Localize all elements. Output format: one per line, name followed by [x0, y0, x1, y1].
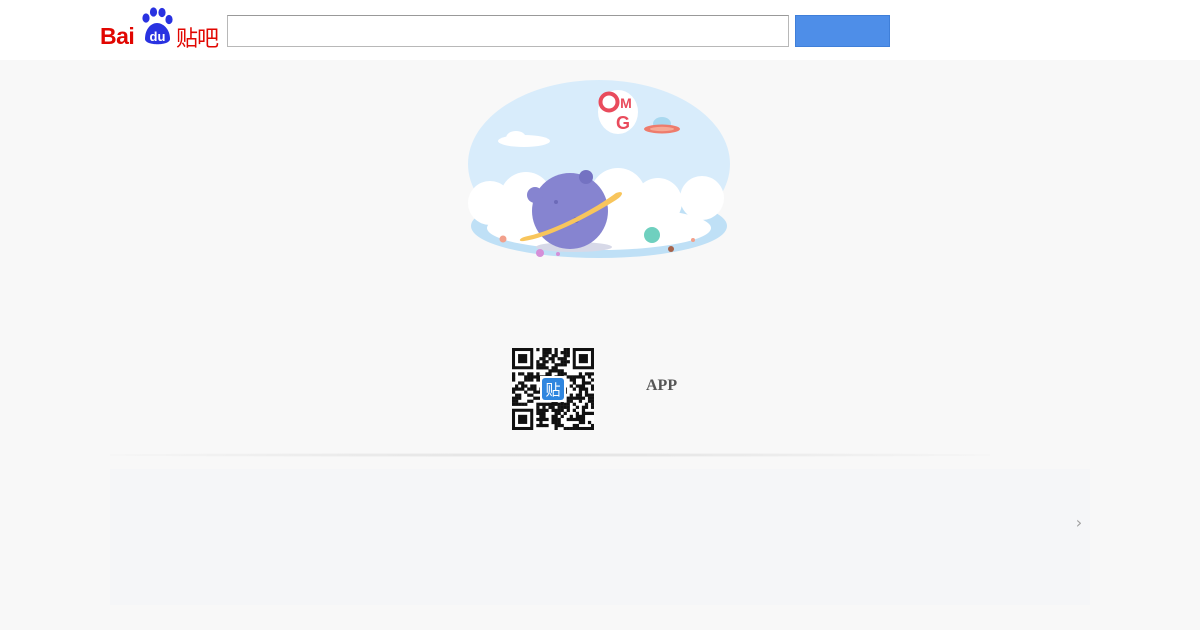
- omg-sign: M G: [598, 90, 638, 134]
- top-bar: Bai du 贴吧: [0, 0, 1200, 60]
- section-divider: [110, 453, 990, 457]
- app-label: APP: [646, 377, 678, 394]
- logo-text-bai: Bai: [100, 23, 135, 49]
- dot: [691, 238, 695, 242]
- qr-center-badge: 贴: [545, 381, 560, 399]
- logo-text-tieba: 贴吧: [176, 27, 219, 52]
- moon-icon: [644, 227, 660, 243]
- search-input[interactable]: [227, 15, 789, 47]
- dot: [536, 249, 544, 257]
- dot: [499, 235, 507, 243]
- carousel-panel: ›: [110, 469, 1090, 605]
- search-button[interactable]: [795, 15, 890, 47]
- logo-text-du: du: [150, 29, 166, 44]
- dot: [668, 246, 674, 252]
- paw-icon: du: [142, 7, 173, 45]
- omg-text-m: M: [620, 95, 632, 111]
- tieba-logo[interactable]: Bai du 贴吧: [98, 6, 220, 52]
- error-illustration: M G: [468, 80, 730, 258]
- app-qr-code: 贴: [512, 348, 594, 430]
- omg-text-g: G: [616, 113, 630, 133]
- chevron-right-icon[interactable]: ›: [1072, 513, 1086, 533]
- dot: [556, 252, 560, 256]
